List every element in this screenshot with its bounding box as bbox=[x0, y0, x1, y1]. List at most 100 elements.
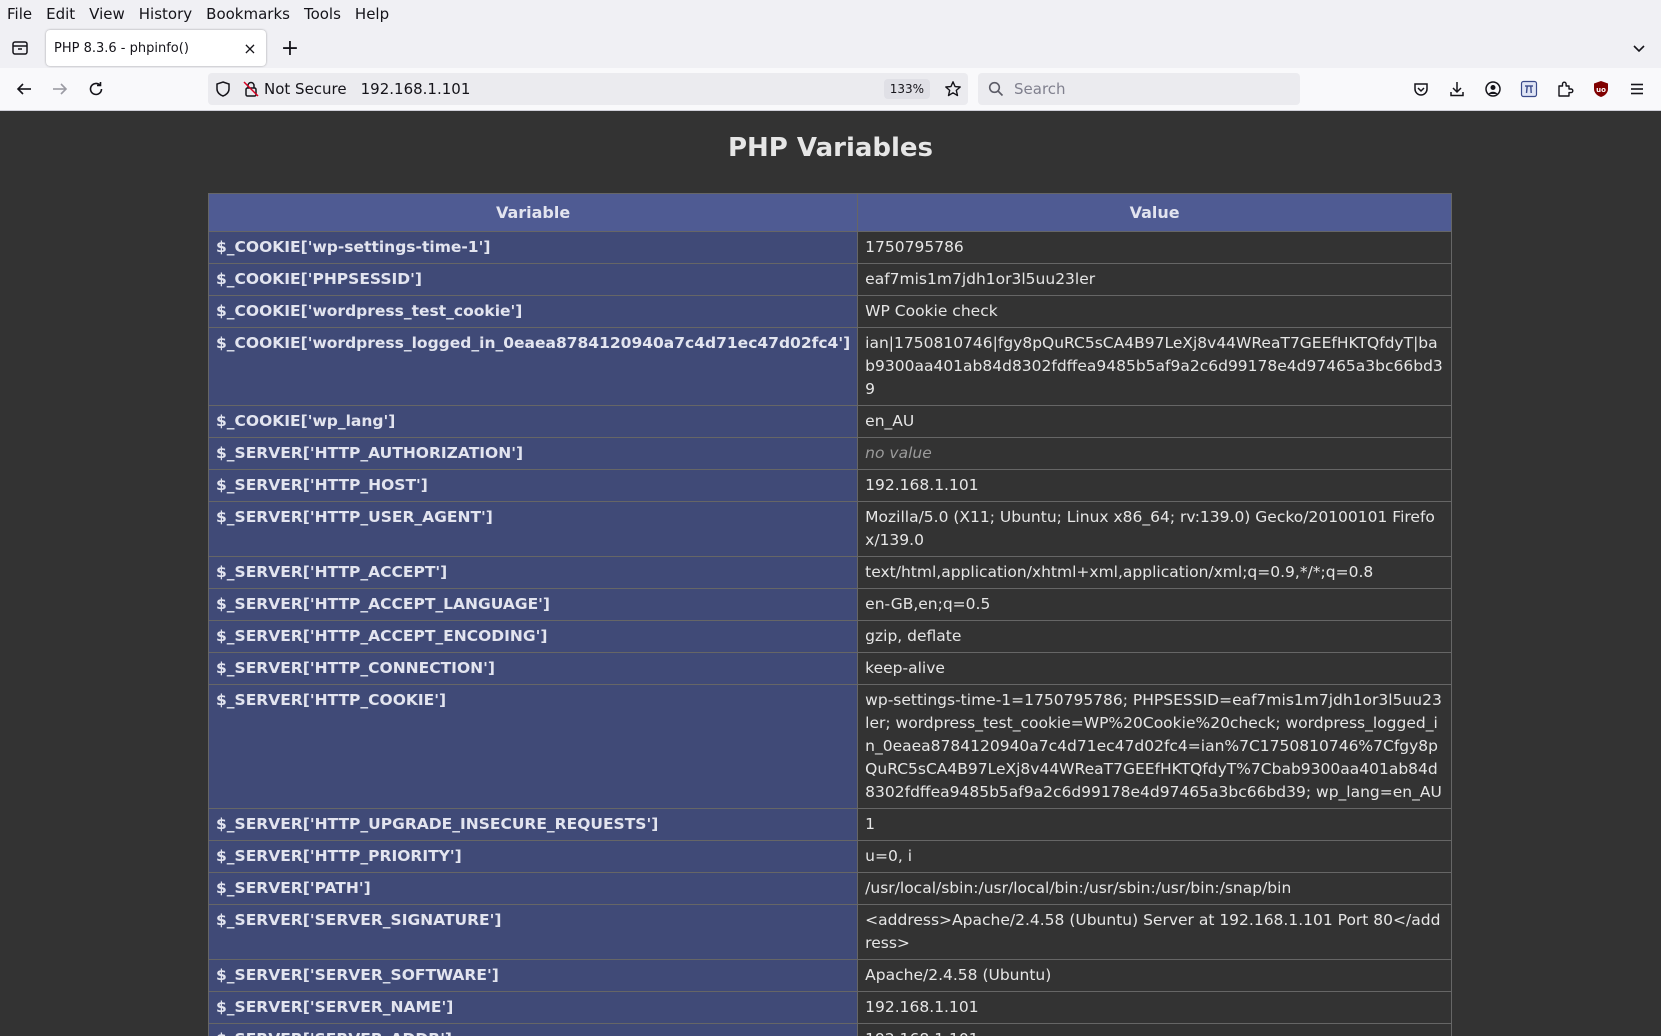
table-row: $_SERVER['HTTP_ACCEPT_LANGUAGE'] en-GB,en… bbox=[207, 588, 1452, 621]
page-content: PHP Variables Variable Value $_COOKIE['w… bbox=[0, 111, 1661, 1036]
variable-value: gzip, deflate bbox=[857, 620, 1452, 653]
variable-value: Mozilla/5.0 (X11; Ubuntu; Linux x86_64; … bbox=[857, 501, 1452, 557]
bookmark-star-icon bbox=[945, 81, 961, 97]
back-button[interactable] bbox=[6, 71, 42, 107]
navigation-toolbar: Not Secure 192.168.1.101 133% Search uo bbox=[0, 68, 1661, 110]
menu-bookmarks[interactable]: Bookmarks bbox=[206, 5, 290, 23]
table-row: $_COOKIE['wp-settings-time-1'] 1750795786 bbox=[207, 231, 1452, 264]
table-row: $_SERVER['HTTP_ACCEPT'] text/html,applica… bbox=[207, 556, 1452, 589]
variable-name: $_SERVER['SERVER_SOFTWARE'] bbox=[207, 959, 859, 992]
list-all-tabs-button[interactable] bbox=[1627, 36, 1651, 60]
close-tab-icon[interactable]: × bbox=[242, 39, 258, 58]
firefox-view-icon bbox=[12, 41, 28, 55]
firefox-view-button[interactable] bbox=[0, 28, 40, 68]
variable-name: $_SERVER['HTTP_PRIORITY'] bbox=[207, 840, 859, 873]
table-row: $_SERVER['HTTP_COOKIE'] wp-settings-time-… bbox=[207, 684, 1452, 809]
variable-name: $_SERVER['HTTP_COOKIE'] bbox=[207, 684, 859, 809]
reload-icon bbox=[89, 82, 103, 96]
column-header-variable: Variable bbox=[207, 193, 859, 232]
variable-name: $_SERVER['HTTP_CONNECTION'] bbox=[207, 652, 859, 685]
variable-name: $_COOKIE['wp-settings-time-1'] bbox=[207, 231, 859, 264]
search-icon bbox=[988, 81, 1004, 97]
table-row: $_SERVER['HTTP_HOST'] 192.168.1.101 bbox=[207, 469, 1452, 502]
variable-name: $_SERVER['SERVER_ADDR'] bbox=[207, 1023, 859, 1036]
variable-name: $_SERVER['HTTP_UPGRADE_INSECURE_REQUESTS… bbox=[207, 808, 859, 841]
zoom-level-badge[interactable]: 133% bbox=[883, 79, 930, 99]
menu-help[interactable]: Help bbox=[355, 5, 389, 23]
variable-value: 1 bbox=[857, 808, 1452, 841]
table-row: $_SERVER['HTTP_AUTHORIZATION'] no value bbox=[207, 437, 1452, 470]
app-menu-icon bbox=[1631, 83, 1643, 95]
downloads-icon bbox=[1450, 82, 1464, 97]
variable-value: en-GB,en;q=0.5 bbox=[857, 588, 1452, 621]
tab-bar: PHP 8.3.6 - phpinfo() × + bbox=[0, 28, 1661, 68]
forward-icon bbox=[53, 83, 68, 95]
variable-value: wp-settings-time-1=1750795786; PHPSESSID… bbox=[857, 684, 1452, 809]
variable-value: 192.168.1.101 bbox=[857, 469, 1452, 502]
table-header-row: Variable Value bbox=[207, 193, 1452, 232]
variable-value: WP Cookie check bbox=[857, 295, 1452, 328]
variable-value: eaf7mis1m7jdh1or3l5uu23ler bbox=[857, 263, 1452, 296]
extension-pi-button[interactable] bbox=[1511, 73, 1547, 105]
table-row: $_SERVER['HTTP_PRIORITY'] u=0, i bbox=[207, 840, 1452, 873]
table-row: $_SERVER['HTTP_CONNECTION'] keep-alive bbox=[207, 652, 1452, 685]
table-row: $_SERVER['HTTP_ACCEPT_ENCODING'] gzip, de… bbox=[207, 620, 1452, 653]
table-row: $_SERVER['SERVER_NAME'] 192.168.1.101 bbox=[207, 991, 1452, 1024]
insecure-lock-icon[interactable] bbox=[242, 80, 260, 98]
variable-value: keep-alive bbox=[857, 652, 1452, 685]
variable-value: en_AU bbox=[857, 405, 1452, 438]
table-row: $_SERVER['SERVER_SIGNATURE'] <address>Apa… bbox=[207, 904, 1452, 960]
variable-name: $_SERVER['HTTP_AUTHORIZATION'] bbox=[207, 437, 859, 470]
variable-name: $_SERVER['HTTP_ACCEPT_LANGUAGE'] bbox=[207, 588, 859, 621]
variable-name: $_SERVER['HTTP_ACCEPT'] bbox=[207, 556, 859, 589]
menu-view[interactable]: View bbox=[89, 5, 125, 23]
table-row: $_SERVER['HTTP_USER_AGENT'] Mozilla/5.0 (… bbox=[207, 501, 1452, 557]
tab-title: PHP 8.3.6 - phpinfo() bbox=[54, 40, 189, 56]
url-bar[interactable]: Not Secure 192.168.1.101 133% bbox=[208, 73, 968, 105]
variable-name: $_COOKIE['PHPSESSID'] bbox=[207, 263, 859, 296]
not-secure-label[interactable]: Not Secure bbox=[264, 80, 347, 98]
browser-chrome: File Edit View History Bookmarks Tools H… bbox=[0, 0, 1661, 111]
downloads-button[interactable] bbox=[1439, 73, 1475, 105]
toolbar-right: uo bbox=[1403, 73, 1655, 105]
table-row: $_COOKIE['wordpress_logged_in_0eaea87841… bbox=[207, 327, 1452, 406]
variable-value: Apache/2.4.58 (Ubuntu) bbox=[857, 959, 1452, 992]
new-tab-button[interactable]: + bbox=[272, 30, 308, 66]
app-menu-button[interactable] bbox=[1619, 73, 1655, 105]
variable-name: $_SERVER['HTTP_ACCEPT_ENCODING'] bbox=[207, 620, 859, 653]
ublock-button[interactable]: uo bbox=[1583, 73, 1619, 105]
tab-phpinfo[interactable]: PHP 8.3.6 - phpinfo() × bbox=[46, 30, 266, 66]
variable-value: text/html,application/xhtml+xml,applicat… bbox=[857, 556, 1452, 589]
table-row: $_SERVER['SERVER_ADDR']192.168.1.101 bbox=[207, 1023, 1452, 1036]
variable-name: $_SERVER['HTTP_USER_AGENT'] bbox=[207, 501, 859, 557]
back-icon bbox=[16, 83, 31, 95]
php-variables-table: Variable Value $_COOKIE['wp-settings-tim… bbox=[207, 193, 1452, 1036]
table-row: $_COOKIE['PHPSESSID'] eaf7mis1m7jdh1or3l5… bbox=[207, 263, 1452, 296]
ublock-icon: uo bbox=[1594, 81, 1608, 97]
forward-button[interactable] bbox=[42, 71, 78, 107]
extensions-button[interactable] bbox=[1547, 73, 1583, 105]
menu-tools[interactable]: Tools bbox=[304, 5, 341, 23]
search-input[interactable] bbox=[1012, 79, 1276, 99]
table-row: $_SERVER['PATH']/usr/local/sbin:/usr/loc… bbox=[207, 872, 1452, 905]
menu-edit[interactable]: Edit bbox=[46, 5, 75, 23]
menu-bar: File Edit View History Bookmarks Tools H… bbox=[0, 0, 1661, 28]
variable-name: $_COOKIE['wordpress_test_cookie'] bbox=[207, 295, 859, 328]
shield-icon[interactable] bbox=[214, 80, 232, 98]
menu-history[interactable]: History bbox=[139, 5, 192, 23]
menu-file[interactable]: File bbox=[7, 5, 32, 23]
url-text[interactable]: 192.168.1.101 bbox=[361, 80, 884, 98]
search-bar[interactable] bbox=[978, 73, 1300, 105]
pocket-icon bbox=[1414, 83, 1428, 96]
reload-button[interactable] bbox=[78, 71, 114, 107]
table-row: $_COOKIE['wp_lang'] en_AU bbox=[207, 405, 1452, 438]
variable-value: 1750795786 bbox=[857, 231, 1452, 264]
variable-name: $_SERVER['SERVER_SIGNATURE'] bbox=[207, 904, 859, 960]
variable-value: <address>Apache/2.4.58 (Ubuntu) Server a… bbox=[857, 904, 1452, 960]
bookmark-button[interactable] bbox=[938, 73, 968, 105]
pocket-button[interactable] bbox=[1403, 73, 1439, 105]
account-icon bbox=[1485, 81, 1501, 97]
variable-name: $_SERVER['SERVER_NAME'] bbox=[207, 991, 859, 1024]
account-button[interactable] bbox=[1475, 73, 1511, 105]
table-row: $_SERVER['HTTP_UPGRADE_INSECURE_REQUESTS… bbox=[207, 808, 1452, 841]
